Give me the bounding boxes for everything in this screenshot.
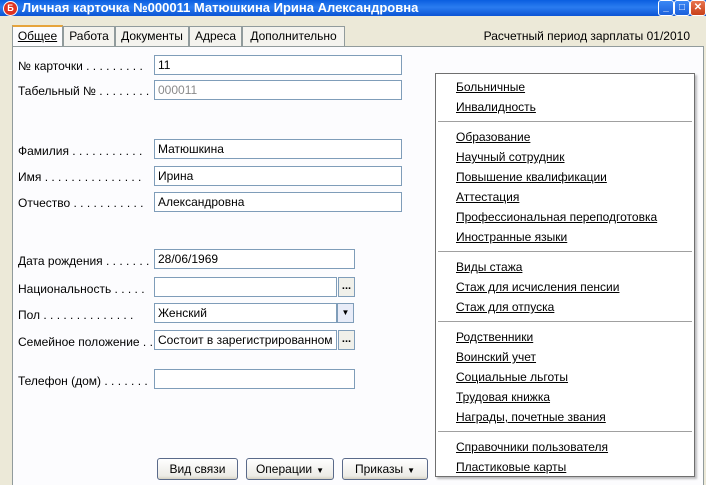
maximize-icon[interactable]: □: [674, 0, 690, 16]
personnel-number-field[interactable]: 000011: [154, 80, 402, 100]
close-icon[interactable]: ✕: [690, 0, 706, 16]
home-phone-field[interactable]: [154, 369, 355, 389]
contact-type-button[interactable]: Вид связи: [157, 458, 238, 480]
operations-button[interactable]: Операции ▼: [246, 458, 334, 480]
first-name-field[interactable]: Ирина: [154, 166, 402, 186]
chevron-down-icon: ▼: [407, 466, 416, 475]
marital-status-select-button[interactable]: ...: [338, 330, 355, 350]
menu-separator: [438, 321, 692, 323]
orders-button[interactable]: Приказы ▼: [342, 458, 428, 480]
marital-status-field[interactable]: Состоит в зарегистрированном: [154, 330, 337, 350]
menu-item-disability[interactable]: Инвалидность: [456, 100, 536, 114]
nationality-label: Национальность . . . . .: [18, 282, 145, 296]
payroll-period: Расчетный период зарплаты 01/2010: [483, 29, 690, 43]
tab-work[interactable]: Работа: [63, 26, 115, 46]
menu-separator: [438, 251, 692, 253]
menu-item-research-worker[interactable]: Научный сотрудник: [456, 150, 565, 164]
minimize-icon[interactable]: _: [658, 0, 674, 16]
menu-item-sick-leave[interactable]: Больничные: [456, 80, 525, 94]
birth-date-field[interactable]: 28/06/1969: [154, 249, 355, 269]
gender-label: Пол . . . . . . . . . . . . . .: [18, 308, 134, 322]
menu-item-certification[interactable]: Аттестация: [456, 190, 519, 204]
card-number-field[interactable]: 11: [154, 55, 402, 75]
last-name-field[interactable]: Матюшкина: [154, 139, 402, 159]
tab-general[interactable]: Общее: [12, 25, 63, 48]
menu-item-user-directories[interactable]: Справочники пользователя: [456, 440, 608, 454]
chevron-down-icon[interactable]: ▼: [337, 303, 354, 323]
first-name-label: Имя . . . . . . . . . . . . . . .: [18, 170, 142, 184]
tab-additional[interactable]: Дополнительно: [242, 26, 345, 46]
gender-select[interactable]: Женский: [154, 303, 337, 323]
nationality-field[interactable]: [154, 277, 337, 297]
menu-item-vacation-seniority[interactable]: Стаж для отпуска: [456, 300, 554, 314]
chevron-down-icon: ▼: [316, 466, 325, 475]
menu-item-qualification[interactable]: Повышение квалификации: [456, 170, 607, 184]
menu-item-pension-seniority[interactable]: Стаж для исчисления пенсии: [456, 280, 619, 294]
menu-item-military[interactable]: Воинский учет: [456, 350, 536, 364]
last-name-label: Фамилия . . . . . . . . . . .: [18, 144, 143, 158]
menu-item-social-benefits[interactable]: Социальные льготы: [456, 370, 568, 384]
home-phone-label: Телефон (дом) . . . . . . .: [18, 374, 148, 388]
tab-addresses[interactable]: Адреса: [189, 26, 242, 46]
menu-separator: [438, 121, 692, 123]
menu-item-education[interactable]: Образование: [456, 130, 530, 144]
patronymic-label: Отчество . . . . . . . . . . .: [18, 196, 144, 210]
app-logo-icon[interactable]: Б: [3, 1, 18, 16]
additional-menu: Больничные Инвалидность Образование Науч…: [435, 73, 695, 477]
menu-item-retraining[interactable]: Профессиональная переподготовка: [456, 210, 657, 224]
menu-item-languages[interactable]: Иностранные языки: [456, 230, 567, 244]
menu-item-seniority-types[interactable]: Виды стажа: [456, 260, 522, 274]
menu-item-relatives[interactable]: Родственники: [456, 330, 533, 344]
window-title: Личная карточка №000011 Матюшкина Ирина …: [22, 0, 419, 15]
menu-item-awards[interactable]: Награды, почетные звания: [456, 410, 606, 424]
birth-date-label: Дата рождения . . . . . . .: [18, 254, 150, 268]
menu-item-plastic-cards[interactable]: Пластиковые карты: [456, 460, 566, 474]
menu-separator: [438, 431, 692, 433]
card-number-label: № карточки . . . . . . . . .: [18, 59, 143, 73]
patronymic-field[interactable]: Александровна: [154, 192, 402, 212]
tab-documents[interactable]: Документы: [115, 26, 189, 46]
title-bar: Б Личная карточка №000011 Матюшкина Ирин…: [0, 0, 706, 16]
marital-status-label: Семейное положение . .: [18, 335, 153, 349]
nationality-select-button[interactable]: ...: [338, 277, 355, 297]
menu-item-work-book[interactable]: Трудовая книжка: [456, 390, 550, 404]
personnel-number-label: Табельный № . . . . . . . .: [18, 84, 150, 98]
